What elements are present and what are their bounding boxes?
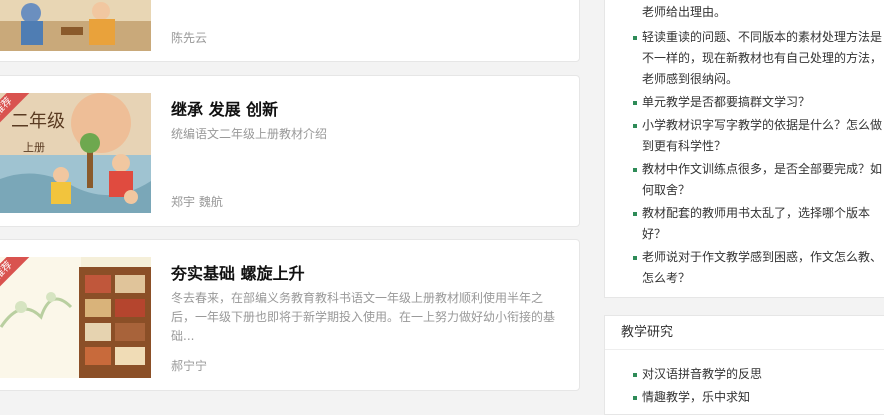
research-item[interactable]: 对汉语拼音教学的反思 [605, 364, 884, 385]
bullet-icon [633, 101, 637, 105]
svg-text:二年级: 二年级 [11, 111, 65, 132]
article-cover-image[interactable]: 二年级 上册 推荐 [0, 93, 151, 213]
research-item[interactable]: 情趣教学，乐中求知 [605, 387, 884, 408]
bullet-icon [633, 36, 637, 40]
bullet-icon [633, 168, 637, 172]
article-cover-image[interactable] [0, 0, 151, 51]
research-heading: 教学研究 [605, 316, 884, 350]
faq-item[interactable]: 小学教材识字写字教学的依据是什么？怎么做到更有科学性？ [605, 115, 884, 157]
article-cover-image[interactable]: 推荐 [0, 257, 151, 378]
faq-panel: 老师给出理由。 轻读重读的问题、不同版本的素材处理方法是不一样的，现在新教材也有… [604, 0, 884, 298]
faq-item[interactable]: 轻读重读的问题、不同版本的素材处理方法是不一样的，现在新教材也有自己处理的方法，… [605, 27, 884, 90]
faq-item[interactable]: 老师给出理由。 [605, 2, 884, 23]
svg-text:上册: 上册 [23, 141, 45, 154]
faq-list: 老师给出理由。 轻读重读的问题、不同版本的素材处理方法是不一样的，现在新教材也有… [605, 2, 884, 289]
article-description: 冬去春来，在部编义务教育教科书语文一年级上册教材顺利使用半年之后，一年级下册也即… [171, 291, 556, 343]
bullet-icon [633, 124, 637, 128]
article-title[interactable]: 继承 发展 创新 [171, 96, 278, 120]
bullet-icon [633, 256, 637, 260]
article-card[interactable]: 陈先云 [0, 0, 580, 62]
article-author[interactable]: 郝宁宁 [171, 357, 207, 374]
article-title[interactable]: 夯实基础 螺旋上升 [171, 260, 305, 284]
article-description: 统编语文二年级上册教材介绍 [171, 127, 328, 141]
faq-item[interactable]: 教材配套的教师用书太乱了，选择哪个版本好？ [605, 203, 884, 245]
article-author[interactable]: 陈先云 [171, 29, 207, 46]
bullet-icon [633, 212, 637, 216]
bullet-icon [633, 396, 637, 400]
faq-item[interactable]: 单元教学是否都要搞群文学习？ [605, 92, 884, 113]
faq-item[interactable]: 教材中作文训练点很多，是否全部要完成？如何取舍？ [605, 159, 884, 201]
research-list: 对汉语拼音教学的反思 情趣教学，乐中求知 [605, 364, 884, 408]
research-panel: 教学研究 对汉语拼音教学的反思 情趣教学，乐中求知 [604, 315, 884, 415]
bullet-icon [633, 373, 637, 377]
article-card[interactable]: 二年级 上册 推荐 继承 发展 创新 统编语文二年级上册教材介绍 郑宇 魏航 [0, 75, 580, 227]
article-author[interactable]: 郑宇 魏航 [171, 193, 223, 210]
faq-item[interactable]: 老师说对于作文教学感到困惑，作文怎么教、怎么考？ [605, 247, 884, 289]
article-card[interactable]: 推荐 夯实基础 螺旋上升 冬去春来，在部编义务教育教科书语文一年级上册教材顺利使… [0, 239, 580, 391]
